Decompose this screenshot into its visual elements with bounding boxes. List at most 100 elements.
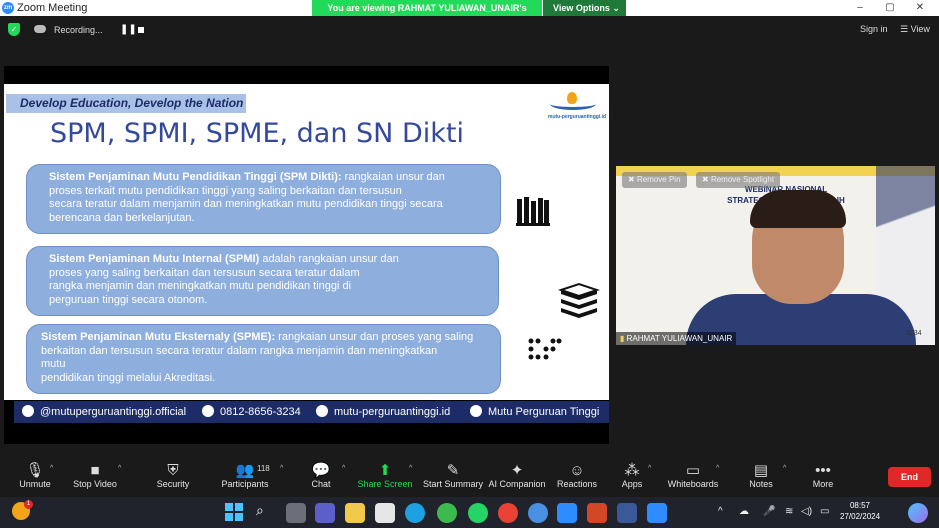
copilot-icon[interactable] [908, 503, 928, 523]
recording-label: Recording... [54, 25, 103, 35]
file-explorer-icon[interactable] [345, 503, 365, 523]
logo-text: mutu-perguruantinggi.id [548, 114, 607, 120]
notes-caret-icon[interactable]: ^ [783, 465, 786, 472]
view-menu[interactable]: ☰ View [900, 24, 930, 35]
chat-button[interactable]: 💬 Chat [286, 457, 356, 497]
end-meeting-button[interactable]: End [888, 467, 931, 487]
footer-phone: 0812-8656-3234 [202, 405, 301, 418]
share-screen-button[interactable]: ⬆ Share Screen [350, 457, 420, 497]
start-summary-label: Start Summary [422, 479, 483, 489]
windows-start-icon[interactable] [225, 503, 243, 521]
participant-name: RAHMAT YULIAWAN_UNAIR [626, 334, 733, 343]
braille-dots-icon [528, 338, 562, 360]
chat-label: Chat [311, 479, 331, 489]
maximize-button[interactable]: ▢ [875, 0, 905, 16]
card-text-line: mutu [41, 358, 66, 371]
chrome-profile-icon[interactable] [498, 503, 518, 523]
remove-spotlight-label: Remove Spotlight [710, 175, 775, 184]
stop-video-button[interactable]: ■ Stop Video [60, 457, 130, 497]
card-text-line: perguruan tinggi secara otonom. [49, 293, 208, 306]
whatsapp-icon[interactable] [468, 503, 488, 523]
instagram-icon [22, 405, 34, 417]
phone-number: 0812-8656-3234 [220, 406, 301, 418]
card-text-line: rangka menjamin dan meningkatkan mutu pe… [49, 280, 352, 293]
microphone-tray-icon[interactable]: 🎤 [763, 506, 775, 517]
apps-button[interactable]: ⁂ Apps [597, 457, 667, 497]
document-app-icon[interactable] [617, 503, 637, 523]
chrome-browser-icon[interactable] [437, 503, 457, 523]
remove-pin-button[interactable]: ✖ Remove Pin [622, 172, 687, 188]
whiteboards-caret-icon[interactable]: ^ [716, 465, 719, 472]
pause-recording-icon[interactable]: ❚❚ [120, 24, 137, 35]
clock-date: 27/02/2024 [840, 512, 881, 521]
close-window-button[interactable]: ✕ [905, 0, 935, 16]
system-clock[interactable]: 08:57 27/02/2024 [840, 500, 880, 522]
website-url: mutu-perguruantinggi.id [334, 406, 451, 418]
spotlight-icon: ✖ [702, 175, 711, 184]
chrome-profile-2-icon[interactable] [528, 503, 548, 523]
chat-caret-icon[interactable]: ^ [342, 465, 345, 472]
video-options-caret-icon[interactable]: ^ [118, 465, 121, 472]
start-summary-button[interactable]: ✎ Start Summary [418, 457, 488, 497]
chat-icon: 💬 [311, 462, 331, 479]
participant-name-label: ▮ RAHMAT YULIAWAN_UNAIR [616, 332, 737, 345]
meeting-top-bar: ✓ Recording... ❚❚ [0, 16, 939, 43]
definition-card-spme: Sistem Penjaminan Mutu Eksternaly (SPME)… [26, 324, 501, 394]
backdrop-number: 3234 [906, 330, 922, 337]
card-term: Sistem Penjaminan Mutu Internal (SPMI) [49, 253, 260, 265]
footer-website: mutu-perguruantinggi.id [316, 405, 450, 418]
apps-caret-icon[interactable]: ^ [648, 465, 651, 472]
taskbar-search-icon[interactable]: ⌕ [256, 502, 264, 519]
more-button[interactable]: ••• More [788, 457, 858, 497]
zoom-meeting-taskbar-icon[interactable] [557, 503, 577, 523]
encryption-shield-icon[interactable]: ✓ [8, 23, 20, 36]
security-button[interactable]: ⛨ Security [138, 457, 208, 497]
remove-spotlight-button[interactable]: ✖ Remove Spotlight [696, 172, 781, 188]
powerpoint-icon[interactable] [587, 503, 607, 523]
book-stack-icon [558, 282, 600, 318]
audio-options-caret-icon[interactable]: ^ [50, 465, 53, 472]
recording-indicator: Recording... ❚❚ [30, 20, 150, 39]
view-options-button[interactable]: View Options ⌄ [543, 0, 626, 16]
zoom-app-icon: zm [2, 2, 14, 14]
stop-video-label: Stop Video [73, 479, 117, 489]
zoom-app-taskbar-icon[interactable] [647, 503, 667, 523]
tray-overflow-icon[interactable]: ^ [718, 506, 723, 517]
notification-badge: 1 [24, 500, 33, 509]
speaker-video-tile[interactable]: WEBINAR NASIONAL STRATEGI PROGRAM MERAIH… [616, 166, 935, 345]
chevron-down-icon: ⌄ [612, 3, 620, 13]
slide-title: SPM, SPMI, SPME, dan SN Dikti [50, 118, 464, 149]
slide-tagline: Develop Education, Develop the Nation [6, 94, 246, 113]
sign-in-link[interactable]: Sign in [860, 24, 888, 34]
apps-label: Apps [621, 479, 643, 489]
phone-icon [202, 405, 214, 417]
volume-icon[interactable]: ◁) [801, 506, 812, 517]
task-view-icon[interactable] [286, 503, 306, 523]
more-label: More [812, 479, 834, 489]
youtube-icon [470, 405, 482, 417]
card-term: Sistem Penjaminan Mutu Pendidikan Tinggi… [49, 171, 342, 183]
footer-youtube: Mutu Perguruan Tinggi [470, 405, 599, 418]
battery-icon[interactable]: ▭ [820, 506, 829, 517]
card-text-line: berkaitan dan tersusun secara teratur da… [41, 344, 438, 357]
viewing-screen-banner: You are viewing RAHMAT YULIAWAN_UNAIR's … [312, 0, 542, 29]
pin-icon: ✖ [628, 175, 637, 184]
card-text-line: adalah rangkaian unsur dan [259, 253, 399, 265]
share-caret-icon[interactable]: ^ [409, 465, 412, 472]
participants-caret-icon[interactable]: ^ [280, 465, 283, 472]
card-term: Sistem Penjaminan Mutu Eksternaly (SPME)… [41, 331, 276, 343]
teams-icon[interactable] [315, 503, 335, 523]
card-text-line: rangkaian unsur dan [341, 171, 445, 183]
whiteboards-button[interactable]: ▭ Whiteboards [658, 457, 728, 497]
edge-browser-icon[interactable] [405, 503, 425, 523]
cloud-sync-icon[interactable]: ☁ [739, 506, 749, 517]
card-text-line: pendidikan tinggi melalui Akreditasi. [41, 371, 216, 384]
participants-label: Participants [221, 479, 269, 489]
participants-button[interactable]: 👥 Participants [210, 457, 280, 497]
wifi-icon[interactable]: ≋ [785, 506, 793, 517]
minimize-button[interactable]: – [845, 0, 875, 16]
notes-button[interactable]: ▤ Notes [726, 457, 796, 497]
summary-icon: ✎ [446, 462, 460, 479]
stop-recording-icon[interactable] [138, 27, 144, 33]
store-icon[interactable] [375, 503, 395, 523]
